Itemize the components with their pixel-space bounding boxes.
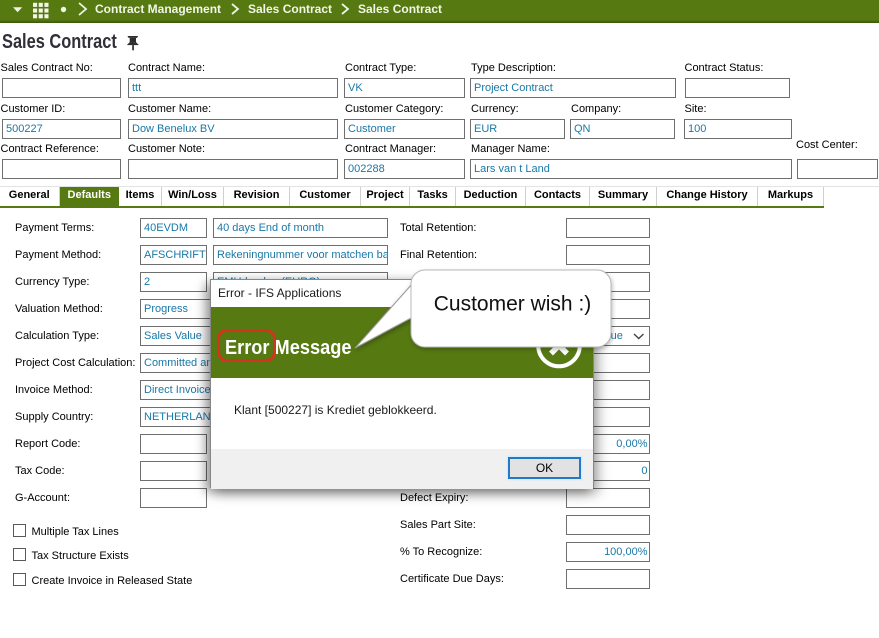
svg-text:Customer wish :): Customer wish :) xyxy=(434,293,592,316)
